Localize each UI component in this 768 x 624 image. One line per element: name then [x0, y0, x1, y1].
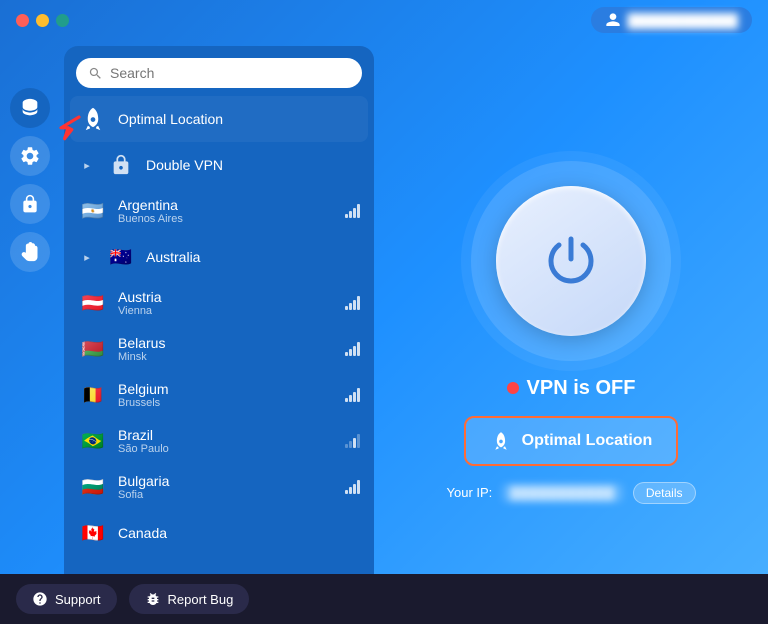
signal-bars-belgium [345, 388, 360, 402]
search-bar[interactable] [76, 58, 362, 88]
search-input[interactable] [110, 65, 350, 81]
lock-icon [20, 194, 40, 214]
report-bug-label: Report Bug [168, 592, 234, 607]
server-item-bulgaria[interactable]: 🇧🇬 Bulgaria Sofia [70, 464, 368, 510]
search-icon [88, 66, 103, 81]
expand-double-vpn[interactable]: ▸ [78, 156, 96, 174]
argentina-flag: 🇦🇷 [78, 196, 108, 226]
server-item-canada[interactable]: 🇨🇦 Canada [70, 510, 368, 556]
belarus-name: Belarus Minsk [118, 335, 335, 363]
sidebar-item-privacy[interactable] [10, 184, 50, 224]
maximize-button[interactable] [56, 14, 69, 27]
double-vpn-item[interactable]: ▸ Double VPN [70, 142, 368, 188]
australia-name: Australia [146, 249, 360, 265]
minimize-button[interactable] [36, 14, 49, 27]
report-bug-button[interactable]: Report Bug [129, 584, 250, 614]
titlebar: ████████████ [0, 0, 768, 40]
canada-name: Canada [118, 525, 360, 541]
server-item-austria[interactable]: 🇦🇹 Austria Vienna [70, 280, 368, 326]
sidebar-item-killswitch[interactable] [10, 232, 50, 272]
belarus-flag: 🇧🇾 [78, 334, 108, 364]
optimal-location-item[interactable]: Optimal Location [70, 96, 368, 142]
brazil-name: Brazil São Paulo [118, 427, 335, 455]
server-item-belarus[interactable]: 🇧🇾 Belarus Minsk [70, 326, 368, 372]
hand-icon [20, 242, 40, 262]
vpn-status-text: VPN is OFF [527, 377, 636, 400]
connect-button-label: Optimal Location [522, 432, 653, 450]
server-panel: Optimal Location ▸ Double VPN 🇦🇷 [64, 46, 374, 618]
bottom-bar: Support Report Bug [0, 574, 768, 624]
bulgaria-name: Bulgaria Sofia [118, 473, 335, 501]
double-vpn-icon [106, 150, 136, 180]
sidebar-item-servers[interactable] [10, 88, 50, 128]
gear-icon [19, 145, 41, 167]
signal-bars-belarus [345, 342, 360, 356]
server-item-australia[interactable]: ▸ 🇦🇺 Australia [70, 234, 368, 280]
server-item-argentina[interactable]: 🇦🇷 Argentina Buenos Aires [70, 188, 368, 234]
traffic-lights [16, 14, 69, 27]
ip-label: Your IP: [447, 485, 493, 500]
support-label: Support [55, 592, 101, 607]
expand-australia[interactable]: ▸ [78, 248, 96, 266]
sidebar-icons [0, 40, 60, 624]
signal-bars-austria [345, 296, 360, 310]
optimal-location-name: Optimal Location [118, 111, 360, 127]
connect-button[interactable]: Optimal Location [464, 416, 679, 466]
status-dot [507, 382, 519, 394]
austria-name: Austria Vienna [118, 289, 335, 317]
bug-icon [145, 591, 161, 607]
user-badge[interactable]: ████████████ [591, 7, 752, 33]
bulgaria-flag: 🇧🇬 [78, 472, 108, 502]
ip-row: Your IP: ███████████ Details [447, 482, 696, 504]
server-list[interactable]: Optimal Location ▸ Double VPN 🇦🇷 [64, 96, 374, 618]
close-button[interactable] [16, 14, 29, 27]
server-item-belgium[interactable]: 🇧🇪 Belgium Brussels [70, 372, 368, 418]
details-button[interactable]: Details [633, 482, 696, 504]
power-button-outer [471, 161, 671, 361]
arrow-indicator [52, 108, 88, 149]
australia-flag: 🇦🇺 [106, 242, 136, 272]
signal-bars-bulgaria [345, 480, 360, 494]
double-vpn-name: Double VPN [146, 157, 360, 173]
server-item-brazil[interactable]: 🇧🇷 Brazil São Paulo [70, 418, 368, 464]
austria-flag: 🇦🇹 [78, 288, 108, 318]
canada-flag: 🇨🇦 [78, 518, 108, 548]
power-button[interactable] [496, 186, 646, 336]
power-icon [541, 231, 601, 291]
belgium-flag: 🇧🇪 [78, 380, 108, 410]
ip-value: ███████████ [502, 484, 623, 502]
brazil-flag: 🇧🇷 [78, 426, 108, 456]
signal-bars-argentina [345, 204, 360, 218]
signal-bars-brazil [345, 434, 360, 448]
vpn-status: VPN is OFF [507, 377, 636, 400]
user-icon [605, 12, 621, 28]
connect-rocket-icon [490, 430, 512, 452]
user-name: ████████████ [627, 13, 738, 28]
main-layout: Optimal Location ▸ Double VPN 🇦🇷 [0, 40, 768, 624]
sidebar-item-settings[interactable] [10, 136, 50, 176]
server-icon [19, 97, 41, 119]
double-vpn-lock-icon [110, 154, 132, 176]
argentina-name: Argentina Buenos Aires [118, 197, 335, 225]
belgium-name: Belgium Brussels [118, 381, 335, 409]
right-panel: VPN is OFF Optimal Location Your IP: ███… [374, 40, 768, 624]
